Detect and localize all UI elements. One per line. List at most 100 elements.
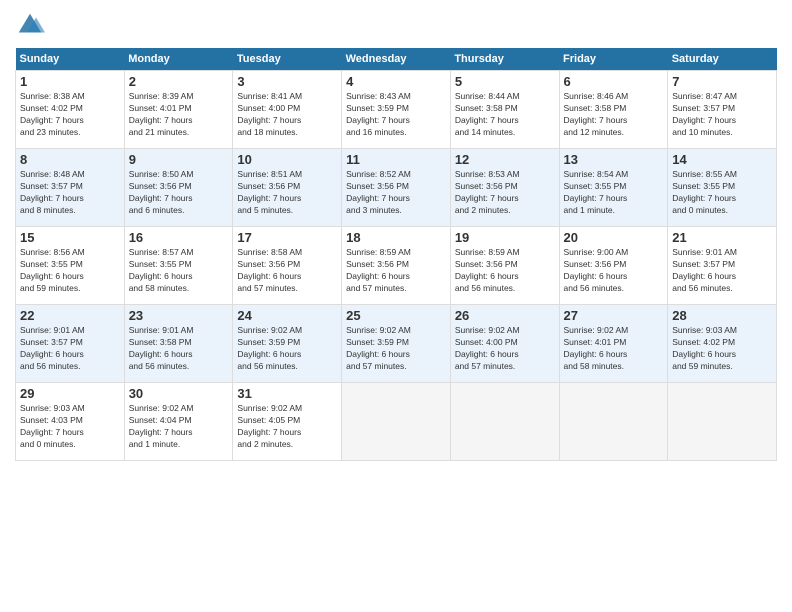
col-header-sunday: Sunday: [16, 48, 125, 71]
day-cell: 13 Sunrise: 8:54 AM Sunset: 3:55 PM Dayli…: [559, 149, 668, 227]
day-info: Sunrise: 8:41 AM Sunset: 4:00 PM Dayligh…: [237, 91, 337, 139]
day-info: Sunrise: 8:47 AM Sunset: 3:57 PM Dayligh…: [672, 91, 772, 139]
day-cell: 9Sunrise: 8:50 AM Sunset: 3:56 PM Daylig…: [124, 149, 233, 227]
day-cell: [559, 383, 668, 461]
day-number: 5: [455, 74, 555, 89]
day-cell: 22Sunrise: 9:01 AM Sunset: 3:57 PM Dayli…: [16, 305, 125, 383]
day-info: Sunrise: 9:01 AM Sunset: 3:58 PM Dayligh…: [129, 325, 229, 373]
day-number: 1: [20, 74, 120, 89]
day-cell: 5 Sunrise: 8:44 AM Sunset: 3:58 PM Daylig…: [450, 71, 559, 149]
day-info: Sunrise: 9:01 AM Sunset: 3:57 PM Dayligh…: [672, 247, 772, 295]
day-cell: 15 Sunrise: 8:56 AM Sunset: 3:55 PM Dayli…: [16, 227, 125, 305]
day-info: Sunrise: 8:43 AM Sunset: 3:59 PM Dayligh…: [346, 91, 446, 139]
day-number: 22: [20, 308, 120, 323]
day-number: 19: [455, 230, 555, 245]
day-cell: 8 Sunrise: 8:48 AM Sunset: 3:57 PM Daylig…: [16, 149, 125, 227]
day-number: 17: [237, 230, 337, 245]
day-info: Sunrise: 9:02 AM Sunset: 4:04 PM Dayligh…: [129, 403, 229, 451]
day-cell: 2 Sunrise: 8:39 AM Sunset: 4:01 PM Daylig…: [124, 71, 233, 149]
day-number: 14: [672, 152, 772, 167]
day-number: 10: [237, 152, 337, 167]
day-cell: 21 Sunrise: 9:01 AM Sunset: 3:57 PM Dayli…: [668, 227, 777, 305]
header-row: SundayMondayTuesdayWednesdayThursdayFrid…: [16, 48, 777, 71]
day-number: 15: [20, 230, 120, 245]
day-cell: [668, 383, 777, 461]
header: [15, 10, 777, 40]
day-cell: [450, 383, 559, 461]
day-cell: 12 Sunrise: 8:53 AM Sunset: 3:56 PM Dayli…: [450, 149, 559, 227]
day-number: 31: [237, 386, 337, 401]
day-info: Sunrise: 9:03 AM Sunset: 4:03 PM Dayligh…: [20, 403, 120, 451]
day-info: Sunrise: 8:54 AM Sunset: 3:55 PM Dayligh…: [564, 169, 664, 217]
week-row-3: 15 Sunrise: 8:56 AM Sunset: 3:55 PM Dayli…: [16, 227, 777, 305]
day-info: Sunrise: 8:57 AM Sunset: 3:55 PM Dayligh…: [129, 247, 229, 295]
day-info: Sunrise: 9:03 AM Sunset: 4:02 PM Dayligh…: [672, 325, 772, 373]
day-number: 2: [129, 74, 229, 89]
week-row-5: 29 Sunrise: 9:03 AM Sunset: 4:03 PM Dayli…: [16, 383, 777, 461]
col-header-thursday: Thursday: [450, 48, 559, 71]
day-number: 21: [672, 230, 772, 245]
day-number: 4: [346, 74, 446, 89]
col-header-wednesday: Wednesday: [342, 48, 451, 71]
col-header-saturday: Saturday: [668, 48, 777, 71]
day-cell: [342, 383, 451, 461]
day-info: Sunrise: 8:39 AM Sunset: 4:01 PM Dayligh…: [129, 91, 229, 139]
day-cell: 19Sunrise: 8:59 AM Sunset: 3:56 PM Dayli…: [450, 227, 559, 305]
col-header-friday: Friday: [559, 48, 668, 71]
day-cell: 7 Sunrise: 8:47 AM Sunset: 3:57 PM Daylig…: [668, 71, 777, 149]
day-number: 27: [564, 308, 664, 323]
day-number: 26: [455, 308, 555, 323]
day-info: Sunrise: 8:58 AM Sunset: 3:56 PM Dayligh…: [237, 247, 337, 295]
day-info: Sunrise: 8:55 AM Sunset: 3:55 PM Dayligh…: [672, 169, 772, 217]
day-number: 3: [237, 74, 337, 89]
day-info: Sunrise: 8:48 AM Sunset: 3:57 PM Dayligh…: [20, 169, 120, 217]
day-number: 30: [129, 386, 229, 401]
day-number: 28: [672, 308, 772, 323]
day-cell: 16Sunrise: 8:57 AM Sunset: 3:55 PM Dayli…: [124, 227, 233, 305]
day-cell: 14 Sunrise: 8:55 AM Sunset: 3:55 PM Dayli…: [668, 149, 777, 227]
day-number: 23: [129, 308, 229, 323]
day-cell: 11Sunrise: 8:52 AM Sunset: 3:56 PM Dayli…: [342, 149, 451, 227]
day-cell: 27 Sunrise: 9:02 AM Sunset: 4:01 PM Dayli…: [559, 305, 668, 383]
day-cell: 20Sunrise: 9:00 AM Sunset: 3:56 PM Dayli…: [559, 227, 668, 305]
day-info: Sunrise: 8:51 AM Sunset: 3:56 PM Dayligh…: [237, 169, 337, 217]
day-cell: 17 Sunrise: 8:58 AM Sunset: 3:56 PM Dayli…: [233, 227, 342, 305]
day-cell: 29 Sunrise: 9:03 AM Sunset: 4:03 PM Dayli…: [16, 383, 125, 461]
day-cell: 24Sunrise: 9:02 AM Sunset: 3:59 PM Dayli…: [233, 305, 342, 383]
logo: [15, 10, 49, 40]
col-header-tuesday: Tuesday: [233, 48, 342, 71]
day-info: Sunrise: 8:44 AM Sunset: 3:58 PM Dayligh…: [455, 91, 555, 139]
day-info: Sunrise: 8:56 AM Sunset: 3:55 PM Dayligh…: [20, 247, 120, 295]
day-cell: 18Sunrise: 8:59 AM Sunset: 3:56 PM Dayli…: [342, 227, 451, 305]
day-number: 29: [20, 386, 120, 401]
day-number: 20: [564, 230, 664, 245]
day-cell: 26 Sunrise: 9:02 AM Sunset: 4:00 PM Dayli…: [450, 305, 559, 383]
day-info: Sunrise: 8:52 AM Sunset: 3:56 PM Dayligh…: [346, 169, 446, 217]
logo-icon: [15, 10, 45, 40]
day-info: Sunrise: 9:02 AM Sunset: 4:05 PM Dayligh…: [237, 403, 337, 451]
day-number: 6: [564, 74, 664, 89]
day-info: Sunrise: 8:53 AM Sunset: 3:56 PM Dayligh…: [455, 169, 555, 217]
week-row-2: 8 Sunrise: 8:48 AM Sunset: 3:57 PM Daylig…: [16, 149, 777, 227]
day-number: 25: [346, 308, 446, 323]
day-cell: 10 Sunrise: 8:51 AM Sunset: 3:56 PM Dayli…: [233, 149, 342, 227]
day-cell: 28 Sunrise: 9:03 AM Sunset: 4:02 PM Dayli…: [668, 305, 777, 383]
day-number: 13: [564, 152, 664, 167]
day-number: 12: [455, 152, 555, 167]
day-cell: 25 Sunrise: 9:02 AM Sunset: 3:59 PM Dayli…: [342, 305, 451, 383]
day-info: Sunrise: 9:02 AM Sunset: 4:01 PM Dayligh…: [564, 325, 664, 373]
day-info: Sunrise: 8:38 AM Sunset: 4:02 PM Dayligh…: [20, 91, 120, 139]
day-info: Sunrise: 9:02 AM Sunset: 4:00 PM Dayligh…: [455, 325, 555, 373]
day-info: Sunrise: 9:02 AM Sunset: 3:59 PM Dayligh…: [346, 325, 446, 373]
day-cell: 6Sunrise: 8:46 AM Sunset: 3:58 PM Daylig…: [559, 71, 668, 149]
day-number: 7: [672, 74, 772, 89]
calendar-table: SundayMondayTuesdayWednesdayThursdayFrid…: [15, 48, 777, 461]
col-header-monday: Monday: [124, 48, 233, 71]
day-cell: 4 Sunrise: 8:43 AM Sunset: 3:59 PM Daylig…: [342, 71, 451, 149]
day-cell: 23 Sunrise: 9:01 AM Sunset: 3:58 PM Dayli…: [124, 305, 233, 383]
day-number: 18: [346, 230, 446, 245]
day-info: Sunrise: 8:50 AM Sunset: 3:56 PM Dayligh…: [129, 169, 229, 217]
day-cell: 3 Sunrise: 8:41 AM Sunset: 4:00 PM Daylig…: [233, 71, 342, 149]
day-number: 8: [20, 152, 120, 167]
page-container: SundayMondayTuesdayWednesdayThursdayFrid…: [0, 0, 792, 471]
